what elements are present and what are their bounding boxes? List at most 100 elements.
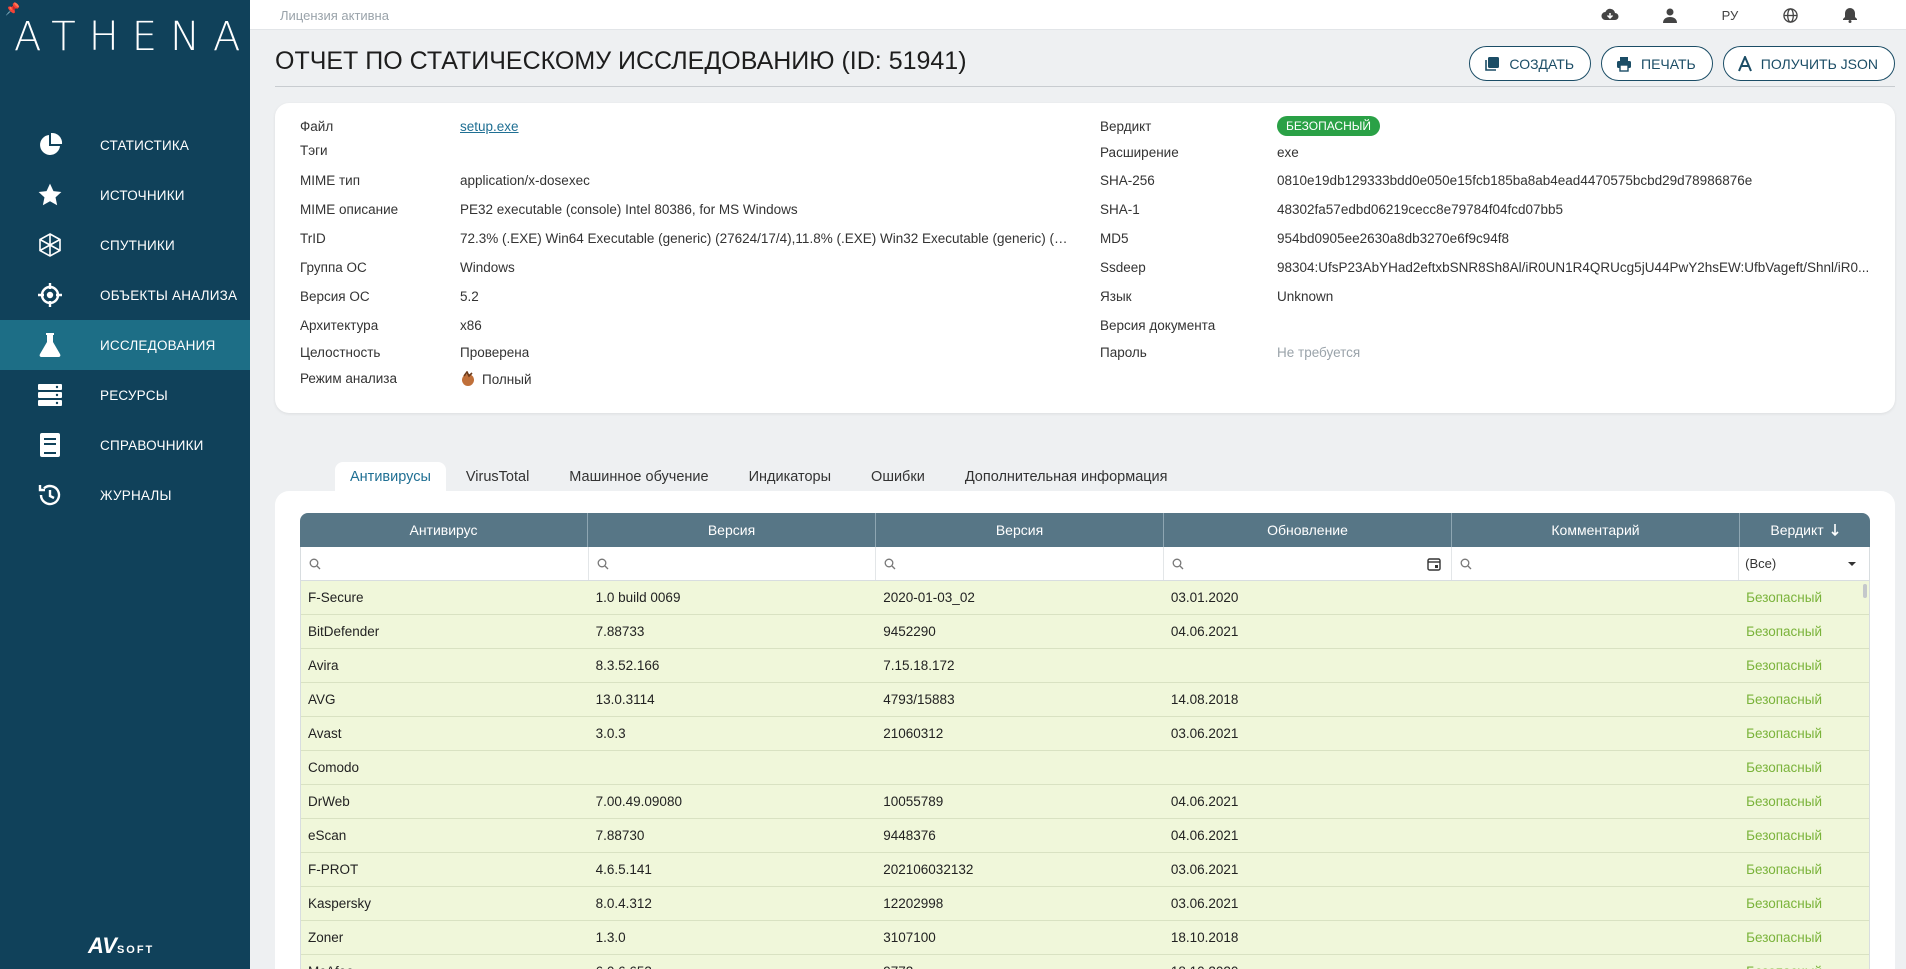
info-value: 72.3% (.EXE) Win64 Executable (generic) … xyxy=(460,231,1070,246)
table-row[interactable]: McAfee6.0.6.653977218.10.2020 Безопасный xyxy=(301,955,1869,969)
table-scrollbar[interactable] xyxy=(1863,584,1867,598)
sidebar-item-research[interactable]: Исследования xyxy=(0,320,250,370)
create-button[interactable]: Создать xyxy=(1469,46,1592,81)
filter-verdict-select[interactable]: (Все) xyxy=(1739,547,1869,580)
cell-comment xyxy=(1452,921,1740,954)
sidebar-item-journals[interactable]: Журналы xyxy=(0,470,250,520)
sort-desc-icon xyxy=(1831,524,1839,537)
filter-version-input[interactable] xyxy=(589,547,877,580)
tab-virustotal[interactable]: VirusTotal xyxy=(446,462,549,492)
info-key: Группа ОС xyxy=(300,260,367,275)
info-value: 48302fa57edbd06219cecc8e79784f04fcd07bb5 xyxy=(1277,202,1564,217)
column-header-update[interactable]: Обновление xyxy=(1164,513,1452,547)
info-key: Тэги xyxy=(300,143,328,158)
column-header-comment[interactable]: Комментарий xyxy=(1452,513,1740,547)
cell-verdict: Безопасный xyxy=(1746,590,1823,605)
table-body[interactable]: F-Secure 1.0 build 0069 2020-01-03_02 03.01… xyxy=(300,581,1870,969)
info-key: Ssdeep xyxy=(1100,260,1146,275)
cell-engine-version: 9448376 xyxy=(883,828,936,843)
user-icon[interactable] xyxy=(1640,5,1700,25)
file-info-card: Файл setup.exe Тэги MIME тип application… xyxy=(275,103,1895,413)
cell-antivirus: AVG xyxy=(308,692,336,707)
cell-comment xyxy=(1452,751,1740,784)
info-key: Файл xyxy=(300,119,334,134)
info-value: Полный xyxy=(460,371,532,387)
cell-engine-version xyxy=(876,751,1164,784)
info-key: SHA-1 xyxy=(1100,202,1140,217)
cell-antivirus: Kaspersky xyxy=(308,896,372,911)
history-icon xyxy=(36,481,64,509)
info-key: Расширение xyxy=(1100,145,1179,160)
get-json-button[interactable]: Получить JSON xyxy=(1722,46,1895,81)
column-header-antivirus[interactable]: Антивирус xyxy=(300,513,588,547)
info-key: Версия документа xyxy=(1100,318,1216,333)
sidebar-item-sources[interactable]: Источники xyxy=(0,170,250,220)
table-row[interactable]: F-PROT 4.6.5.141 202106032132 03.06.2021 Без… xyxy=(301,853,1869,887)
globe-icon[interactable] xyxy=(1760,5,1820,25)
sidebar-item-satellites[interactable]: Спутники xyxy=(0,220,250,270)
info-key: MIME описание xyxy=(300,202,399,217)
info-value: 954bd0905ee2630a8db3270e6f9c94f8 xyxy=(1277,231,1509,246)
sidebar-item-analysis-objects[interactable]: Объекты анализа xyxy=(0,270,250,320)
filter-comment-input[interactable] xyxy=(1452,547,1740,580)
vendor-logo: AVSOFT xyxy=(88,933,155,958)
info-key: Режим анализа xyxy=(300,371,397,386)
table-row[interactable]: Avast 3.0.3 21060312 03.06.2021 Безопасный xyxy=(301,717,1869,751)
table-row[interactable]: F-Secure 1.0 build 0069 2020-01-03_02 03.01… xyxy=(301,581,1869,615)
sidebar-item-directories[interactable]: Справочники xyxy=(0,420,250,470)
tab-additional-info[interactable]: Дополнительная информация xyxy=(945,462,1188,492)
sidebar: 📌 ATHENA Статистика Источники Спутники О… xyxy=(0,0,250,969)
info-key: Архитектура xyxy=(300,318,379,333)
info-key: Пароль xyxy=(1100,345,1147,360)
column-header-engine-version[interactable]: Версия xyxy=(876,513,1164,547)
report-tabs: Антивирусы VirusTotal Машинное обучение … xyxy=(335,462,1188,492)
tab-errors[interactable]: Ошибки xyxy=(851,462,945,492)
info-key: TrID xyxy=(300,231,326,246)
tab-indicators[interactable]: Индикаторы xyxy=(729,462,851,492)
table-row[interactable]: Zoner 1.3.0 3107100 18.10.2018 Безопасный xyxy=(301,921,1869,955)
table-row[interactable]: DrWeb 7.00.49.09080 10055789 04.06.2021 Безо… xyxy=(301,785,1869,819)
cell-antivirus: F-PROT xyxy=(308,862,359,877)
column-header-version[interactable]: Версия xyxy=(588,513,876,547)
table-row[interactable]: AVG 13.0.3114 4793/15883 14.08.2018 Безопасн… xyxy=(301,683,1869,717)
filter-antivirus-input[interactable] xyxy=(301,547,589,580)
brand-logo[interactable]: ATHENA xyxy=(14,14,253,60)
column-header-verdict[interactable]: Вердикт xyxy=(1740,513,1870,547)
print-button[interactable]: Печать xyxy=(1601,46,1713,81)
sidebar-item-label: Справочники xyxy=(100,437,204,453)
cell-version: 13.0.3114 xyxy=(595,692,655,707)
info-value: Проверена xyxy=(460,345,530,360)
tab-machine-learning[interactable]: Машинное обучение xyxy=(549,462,728,492)
sidebar-item-statistics[interactable]: Статистика xyxy=(0,120,250,170)
filter-engine-version-input[interactable] xyxy=(876,547,1164,580)
top-bar: Лицензия активна РУ xyxy=(250,0,1906,30)
table-row[interactable]: Avira 8.3.52.166 7.15.18.172 Безопасный xyxy=(301,649,1869,683)
cell-version: 8.0.4.312 xyxy=(595,896,652,911)
calendar-icon[interactable] xyxy=(1426,557,1441,571)
table-row[interactable]: eScan 7.88730 9448376 04.06.2021 Безопасный xyxy=(301,819,1869,853)
table-row[interactable]: BitDefender 7.88733 9452290 04.06.2021 Безоп… xyxy=(301,615,1869,649)
table-row[interactable]: Comodo Безопасный xyxy=(301,751,1869,785)
table-row[interactable]: Kaspersky 8.0.4.312 12202998 03.06.2021 Безо… xyxy=(301,887,1869,921)
file-link[interactable]: setup.exe xyxy=(460,119,519,134)
info-value: 5.2 xyxy=(460,289,479,304)
language-switch[interactable]: РУ xyxy=(1700,5,1760,25)
pie-chart-icon xyxy=(36,131,64,159)
cell-comment xyxy=(1452,819,1740,852)
cell-update xyxy=(1164,649,1452,682)
cell-antivirus: Zoner xyxy=(308,930,344,945)
sidebar-item-resources[interactable]: Ресурсы xyxy=(0,370,250,420)
verdict-badge: Безопасный xyxy=(1277,116,1381,136)
notifications-bell-icon[interactable] xyxy=(1820,5,1880,25)
cell-antivirus: Avira xyxy=(308,658,339,673)
filter-update-input[interactable] xyxy=(1164,547,1452,580)
sidebar-item-label: Журналы xyxy=(100,487,172,503)
cell-version: 1.3.0 xyxy=(595,930,626,945)
cell-version: 7.88733 xyxy=(595,624,645,639)
cloud-download-icon[interactable] xyxy=(1580,5,1640,25)
tab-antivirus[interactable]: Антивирусы xyxy=(335,462,446,492)
header-actions: Создать Печать Получить JSON xyxy=(1469,46,1895,81)
cell-update: 03.01.2020 xyxy=(1170,590,1239,605)
antivirus-table: Антивирус Версия Версия Обновление Комме… xyxy=(300,513,1870,969)
cell-antivirus: Comodo xyxy=(308,760,360,775)
